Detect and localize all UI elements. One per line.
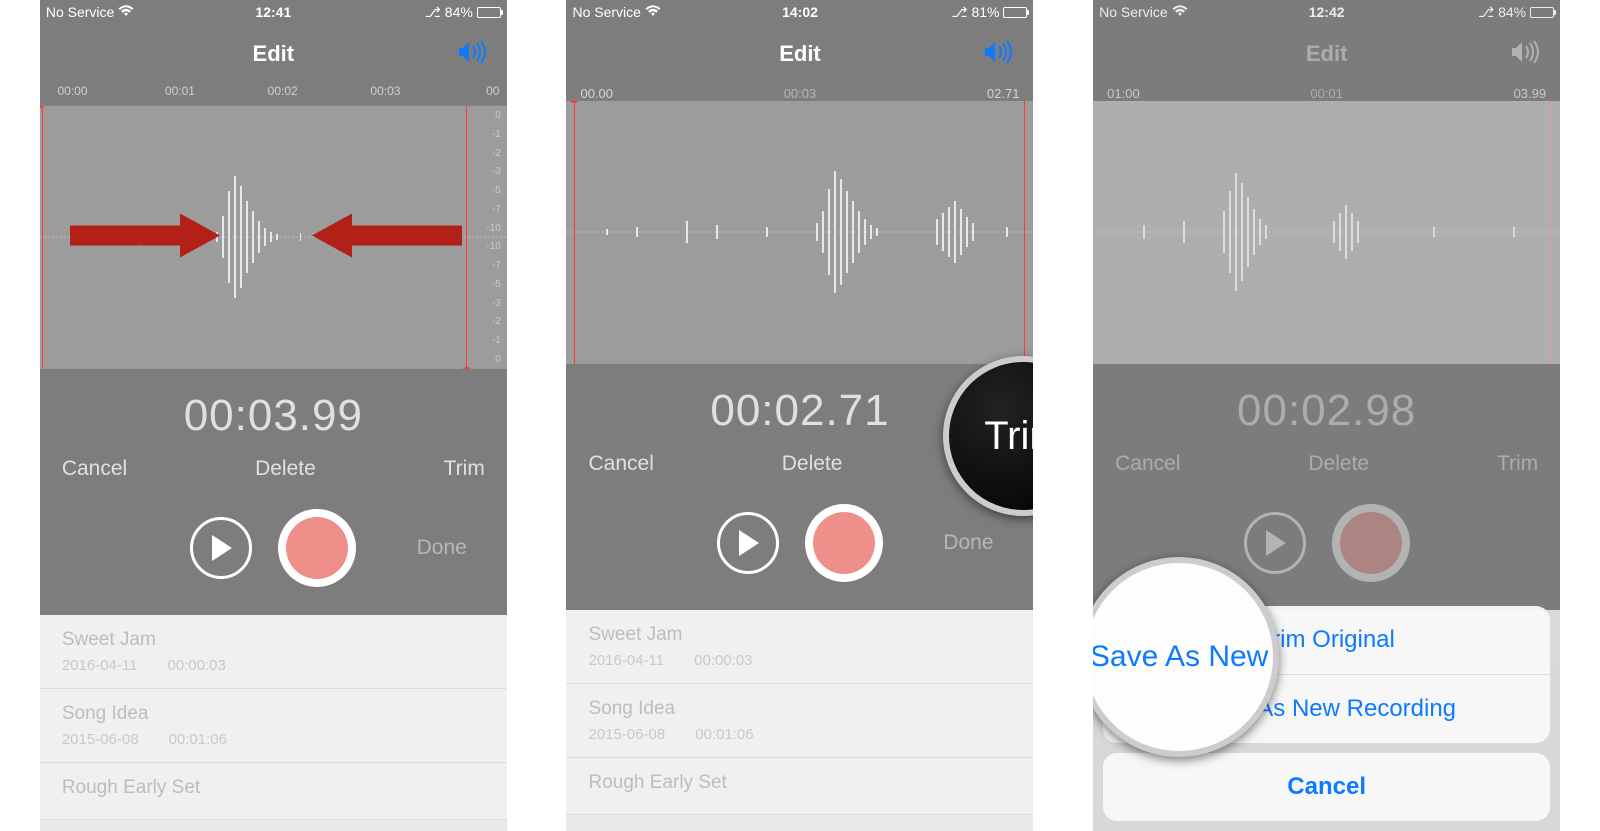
delete-button[interactable]: Delete: [255, 457, 316, 481]
trim-end-line[interactable]: [466, 106, 467, 369]
trim-start-line[interactable]: [42, 106, 43, 369]
screen-2: No Service 14:02 ⎇ 81% Edit 00.00 00:03 …: [566, 0, 1033, 831]
battery-icon: [1003, 7, 1027, 18]
playback-controls: Done: [40, 495, 507, 615]
play-button[interactable]: [190, 517, 252, 579]
screen-3: No Service 12:42 ⎇ 84% Edit 01:00 00:01 …: [1093, 0, 1560, 831]
timecode: 00:03.99: [40, 369, 507, 457]
db-scale: 0-1 -2-3 -5-7 -10-10 -7-5 -3-2 -10: [475, 106, 505, 369]
list-item[interactable]: Sweet Jam 2016-04-1100:00:03: [40, 615, 507, 689]
screen-1: No Service 12:41 ⎇ 84% Edit 00:00 00:01 …: [40, 0, 507, 831]
sheet-cancel[interactable]: Cancel: [1103, 753, 1550, 821]
header: Edit: [40, 24, 507, 84]
timeline-ruler: 00:00 00:01 00:02 00:03 00: [40, 84, 507, 106]
speaker-icon[interactable]: [983, 40, 1013, 69]
done-button[interactable]: Done: [943, 531, 993, 555]
page-title: Edit: [253, 41, 295, 67]
clock: 14:02: [566, 4, 1033, 20]
play-button[interactable]: [717, 512, 779, 574]
waveform[interactable]: 0-1 -2-3 -5-7 -10-10 -7-5 -3-2 -10: [40, 106, 507, 369]
list-item[interactable]: Rough Early Set: [566, 758, 1033, 815]
status-bar: No Service 14:02 ⎇ 81%: [566, 0, 1033, 24]
edit-actions: Cancel Delete Trim: [40, 457, 507, 495]
tutorial-arrow-left: [312, 210, 462, 265]
timeline-ruler: 00.00 00:03 02.71: [566, 84, 1033, 101]
list-item[interactable]: Song Idea 2015-06-0800:01:06: [566, 684, 1033, 758]
cancel-button[interactable]: Cancel: [588, 452, 653, 476]
battery-icon: [477, 7, 501, 18]
done-button[interactable]: Done: [417, 536, 467, 560]
recordings-list: Sweet Jam 2016-04-1100:00:03 Song Idea 2…: [40, 615, 507, 820]
status-bar: No Service 12:41 ⎇ 84%: [40, 0, 507, 24]
waveform[interactable]: [566, 101, 1033, 364]
record-button[interactable]: [805, 504, 883, 582]
list-item[interactable]: Sweet Jam 2016-04-1100:00:03: [566, 610, 1033, 684]
record-button[interactable]: [278, 509, 356, 587]
speaker-icon[interactable]: [457, 40, 487, 69]
trim-button[interactable]: Trim: [444, 457, 485, 481]
trim-end-line[interactable]: [1024, 101, 1025, 364]
clock: 12:41: [40, 4, 507, 20]
trim-start-line[interactable]: [574, 101, 575, 364]
playback-controls: Done: [566, 490, 1033, 610]
delete-button[interactable]: Delete: [782, 452, 843, 476]
list-item[interactable]: Song Idea 2015-06-0800:01:06: [40, 689, 507, 763]
list-item[interactable]: Rough Early Set: [40, 763, 507, 820]
cancel-button[interactable]: Cancel: [62, 457, 127, 481]
page-title: Edit: [779, 41, 821, 67]
recordings-list: Sweet Jam 2016-04-1100:00:03 Song Idea 2…: [566, 610, 1033, 815]
tutorial-arrow-right: [70, 210, 220, 265]
header: Edit: [566, 24, 1033, 84]
